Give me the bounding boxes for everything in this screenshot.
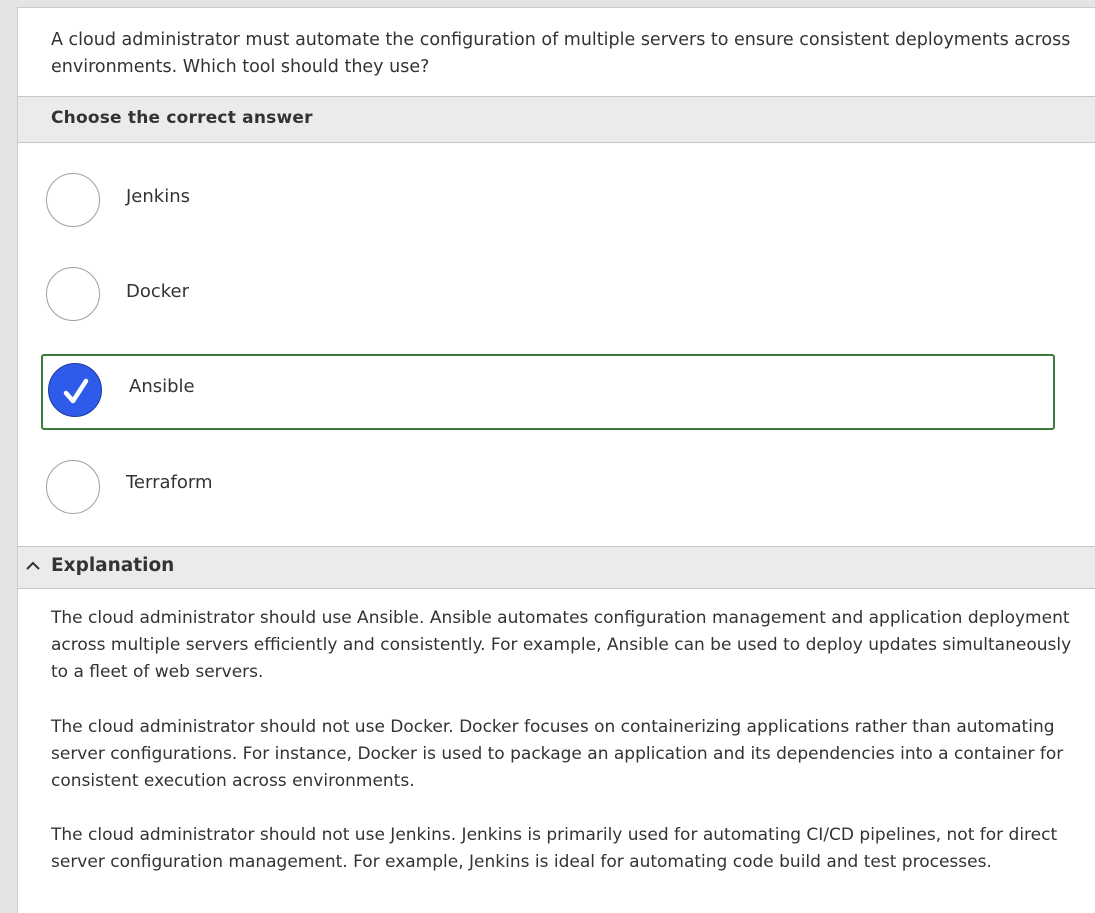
answer-option-label: Terraform: [126, 472, 213, 493]
explanation-heading: Explanation: [51, 555, 175, 576]
explanation-paragraph: The cloud administrator should not use D…: [51, 717, 1064, 791]
question-card: A cloud administrator must automate the …: [17, 7, 1095, 913]
radio-button[interactable]: [46, 460, 100, 514]
answer-option-label: Docker: [126, 281, 190, 302]
answer-option-label: Ansible: [129, 376, 195, 397]
explanation-paragraph: The cloud administrator should use Ansib…: [51, 608, 1072, 682]
answer-option-docker[interactable]: Docker: [40, 266, 1054, 342]
radio-button-checked[interactable]: [48, 363, 102, 417]
answer-option-ansible[interactable]: Ansible: [41, 354, 1055, 430]
answer-option-terraform[interactable]: Terraform: [40, 460, 1054, 536]
question-text: A cloud administrator must automate the …: [51, 30, 1071, 77]
answer-option-jenkins[interactable]: Jenkins: [40, 173, 1054, 249]
explanation-toggle[interactable]: Explanation: [18, 546, 1095, 589]
chevron-up-icon: [26, 561, 40, 570]
radio-button[interactable]: [46, 173, 100, 227]
answers-heading: Choose the correct answer: [51, 108, 313, 128]
answer-option-label: Jenkins: [126, 186, 191, 207]
answers-header: Choose the correct answer: [18, 96, 1095, 143]
check-icon: [63, 378, 89, 404]
explanation-paragraph: The cloud administrator should not use J…: [51, 825, 1058, 872]
radio-button[interactable]: [46, 267, 100, 321]
